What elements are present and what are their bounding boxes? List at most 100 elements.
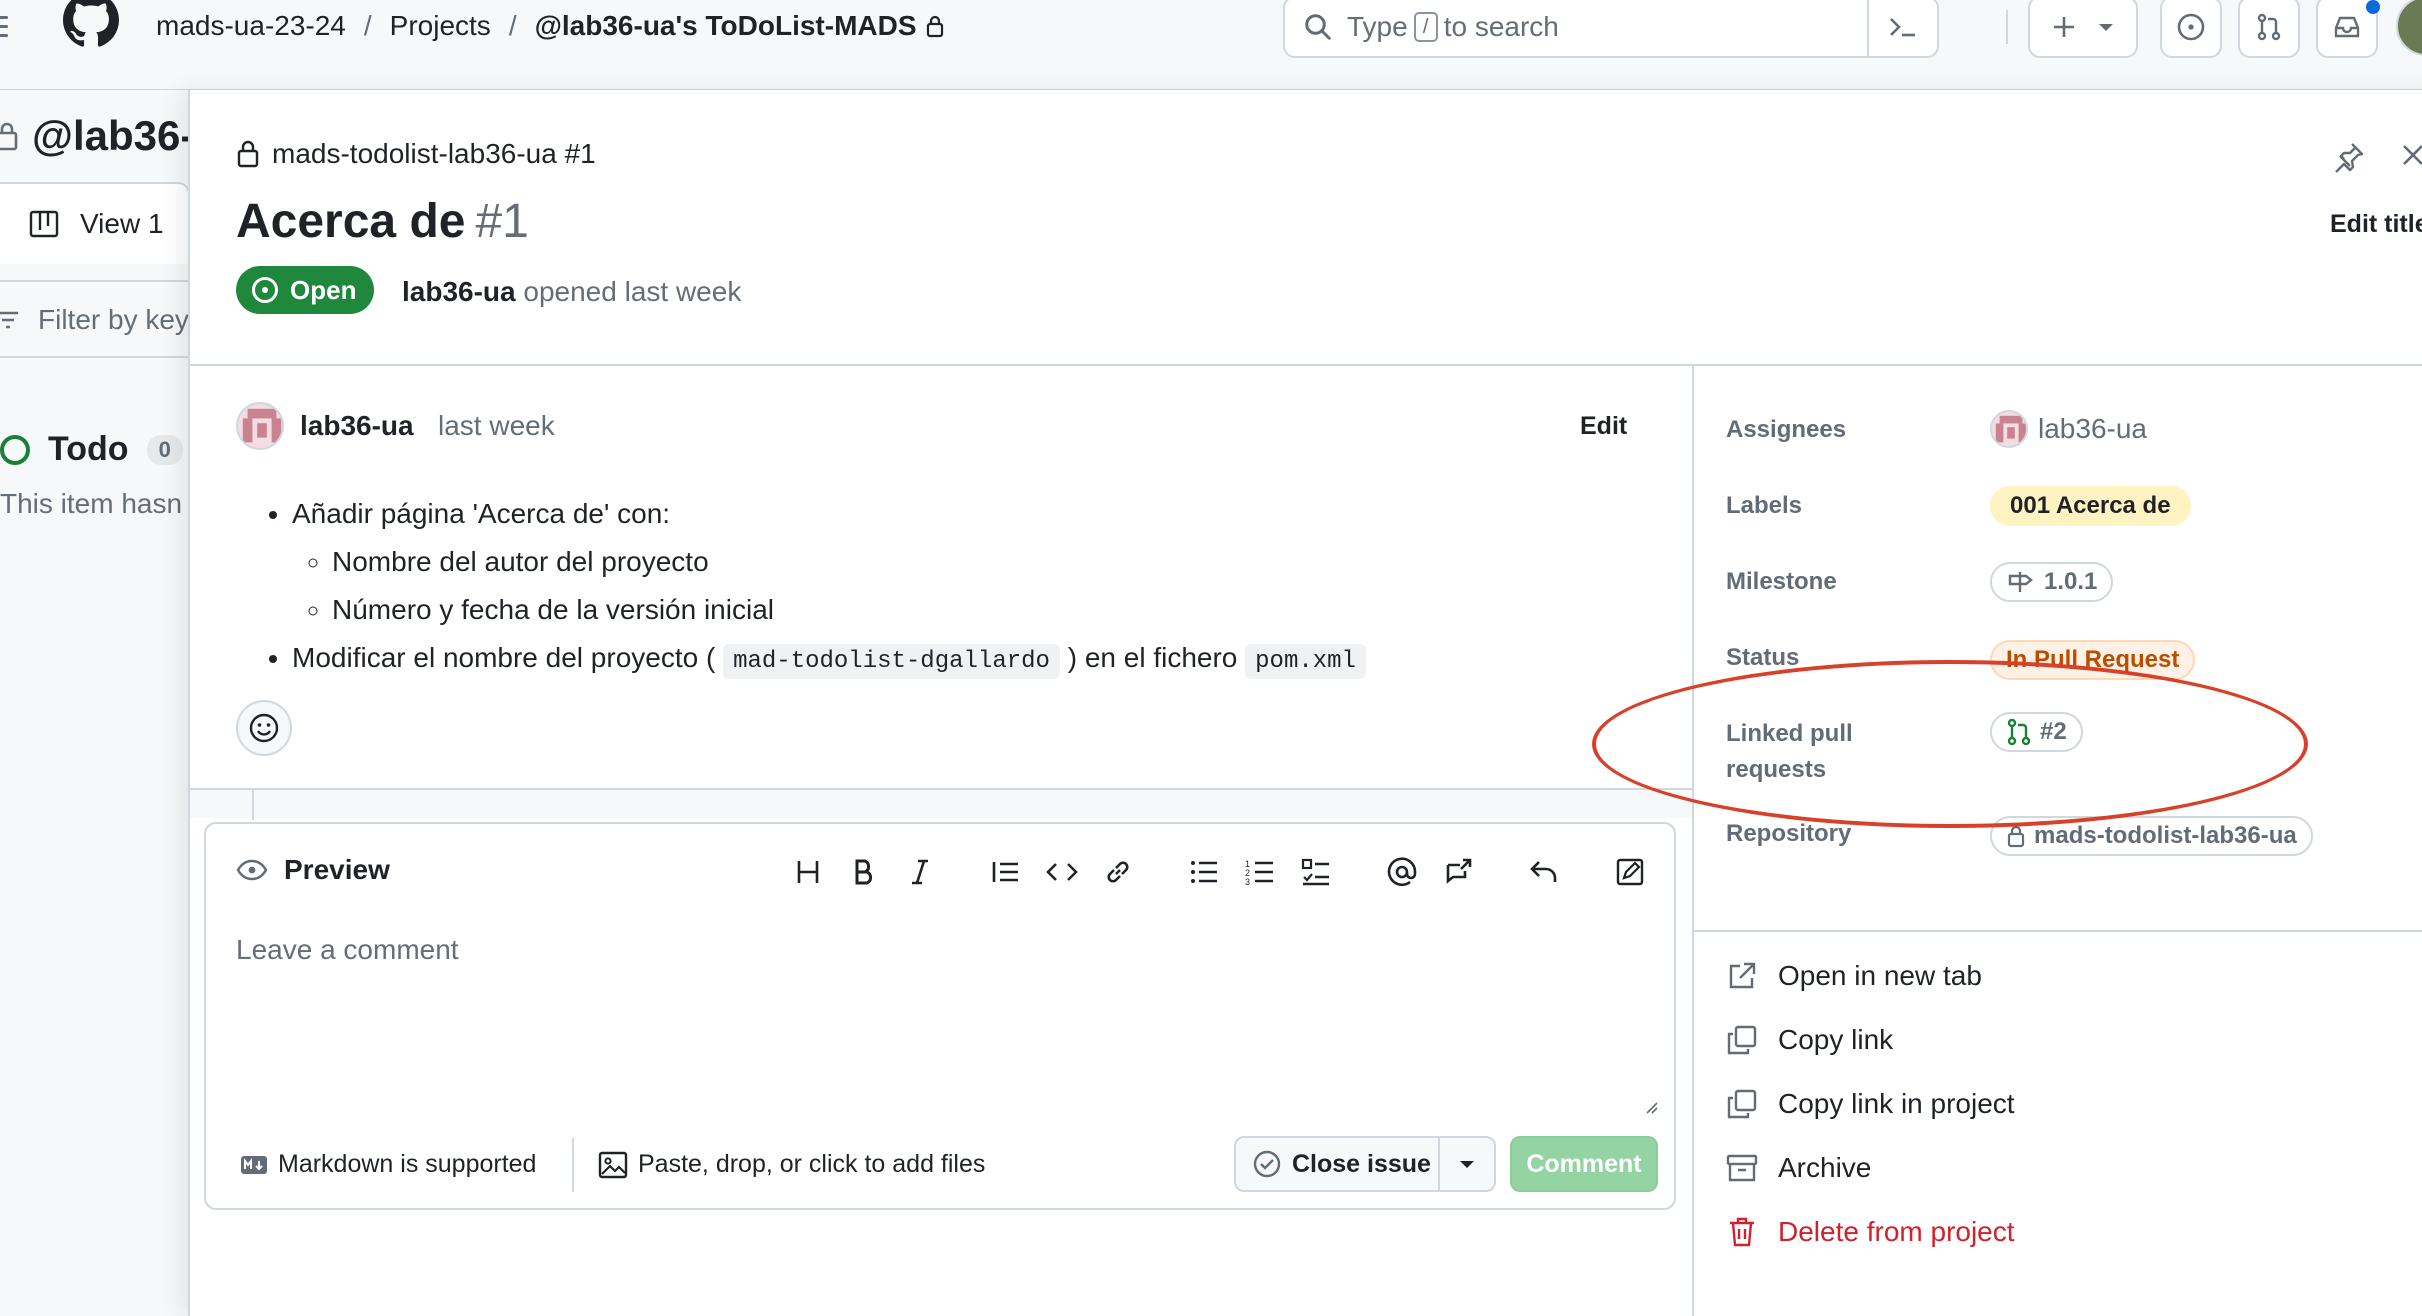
italic-icon [912,859,928,885]
column-header-todo: Todo 0 [0,430,183,469]
attach-files-button[interactable]: Paste, drop, or click to add files [598,1150,985,1179]
pin-icon[interactable] [2332,140,2366,174]
copy-icon [1727,1025,1757,1055]
formatting-toolbar: 123 [780,848,1658,896]
assignee-value[interactable]: lab36-ua [1990,410,2147,448]
command-palette-button[interactable] [1867,0,1937,56]
pull-requests-button[interactable] [2238,0,2300,58]
inbox-icon [2334,16,2360,38]
comment-body: Añadir página 'Acerca de' con: Nombre de… [256,490,1366,686]
comment-input[interactable] [236,934,1636,1104]
header-divider [2006,10,2008,44]
link-button[interactable] [1090,848,1146,896]
filter-placeholder: Filter by key [38,304,189,335]
terminal-icon [1890,18,1915,37]
image-icon [598,1151,628,1178]
heading-button[interactable] [780,848,836,896]
list-item-text: Añadir página 'Acerca de' con: [292,498,671,529]
resize-handle-icon[interactable] [1642,1098,1658,1114]
close-issue-button[interactable]: Close issue [1236,1138,1440,1190]
timeline-divider [190,788,1692,820]
comment-author-avatar[interactable] [236,402,284,450]
comment-timestamp[interactable]: last week [438,410,555,442]
fullscreen-button[interactable] [1602,848,1658,896]
labels-value[interactable]: 001 Acerca de [1990,486,2191,526]
markdown-note-text: Markdown is supported [278,1150,537,1178]
reference-button[interactable] [1430,848,1486,896]
issue-repo-reference[interactable]: mads-todolist-lab36-ua #1 [236,138,596,170]
labels-label[interactable]: Labels [1726,488,1802,524]
task-list-button[interactable] [1288,848,1344,896]
user-avatar[interactable] [2396,0,2422,56]
search-shortcut-key: / [1413,12,1438,42]
milestone-value[interactable]: 1.0.1 [1990,562,2114,602]
list-item-text: Modificar el nombre del proyecto ( [292,642,716,673]
lock-icon [926,15,943,38]
preview-tab[interactable]: Preview [236,854,390,886]
divider [188,364,2422,366]
open-in-new-tab-action[interactable]: Open in new tab [1726,960,1982,992]
breadcrumb-projects[interactable]: Projects [390,10,491,42]
chevron-down-icon [2099,24,2113,31]
code-icon [1046,863,1078,881]
ordered-list-button[interactable]: 123 [1232,848,1288,896]
list-ordered-icon: 123 [1245,859,1273,886]
filter-icon [0,311,18,329]
breadcrumb-org[interactable]: mads-ua-23-24 [156,10,346,42]
close-icon[interactable] [2398,140,2422,170]
list-item: Número y fecha de la versión inicial [332,586,1366,634]
edit-title-button[interactable]: Edit title [2330,210,2422,239]
view-tab[interactable]: View 1 [0,182,190,264]
create-new-button[interactable] [2028,0,2138,58]
quote-button[interactable] [978,848,1034,896]
milestone-label[interactable]: Milestone [1726,564,1837,600]
unordered-list-button[interactable] [1176,848,1232,896]
mention-button[interactable] [1374,848,1430,896]
heading-icon [797,861,819,883]
archive-action[interactable]: Archive [1726,1152,1871,1184]
comment-author[interactable]: lab36-ua [300,410,414,442]
column-name: Todo [48,430,129,468]
comment-edit-button[interactable]: Edit [1580,412,1627,441]
issues-button[interactable] [2160,0,2222,58]
code-button[interactable] [1034,848,1090,896]
list-item: Añadir página 'Acerca de' con: Nombre de… [292,490,1366,634]
assignees-label[interactable]: Assignees [1726,412,1846,448]
annotation-ellipse [1592,660,2308,828]
close-issue-options-button[interactable] [1440,1157,1494,1171]
filter-input[interactable]: Filter by key [0,304,189,336]
trash-icon [1730,1217,1754,1247]
menu-icon[interactable] [0,10,14,44]
search-prefix: Type [1347,11,1408,42]
copy-icon [1727,1089,1757,1119]
italic-button[interactable] [892,848,948,896]
smiley-icon [249,713,279,743]
view-tab-label: View 1 [80,208,164,239]
comment-submit-button[interactable]: Comment [1510,1136,1658,1192]
delete-from-project-action[interactable]: Delete from project [1726,1216,2015,1248]
project-title: @lab36- [0,112,194,160]
divider [1692,364,1694,1316]
link-external-icon [1729,962,1756,989]
add-reaction-button[interactable] [236,700,292,756]
action-label: Copy link in project [1778,1088,2015,1119]
bold-icon [855,859,873,885]
column-count: 0 [146,434,183,465]
mention-icon [1387,857,1417,887]
repo-reference-text: mads-todolist-lab36-ua #1 [272,138,596,169]
git-pull-request-icon [2257,13,2281,41]
breadcrumb-project[interactable]: @lab36-ua's ToDoList-MADS [535,10,917,42]
issue-opened-icon [252,277,278,303]
markdown-supported-link[interactable]: Markdown is supported [240,1150,536,1179]
global-header: mads-ua-23-24 / Projects / @lab36-ua's T… [0,0,2422,90]
saved-replies-button[interactable] [1516,848,1572,896]
inline-code: mad-todolist-dgallardo [723,644,1060,679]
issue-author-link[interactable]: lab36-ua [402,276,516,307]
issue-opened-text: opened last week [523,276,742,307]
copy-link-in-project-action[interactable]: Copy link in project [1726,1088,2015,1120]
github-logo-icon[interactable] [58,0,124,48]
bold-button[interactable] [836,848,892,896]
global-search[interactable]: Type / to search [1283,0,1939,58]
copy-link-action[interactable]: Copy link [1726,1024,1893,1056]
inline-code: pom.xml [1245,644,1366,679]
